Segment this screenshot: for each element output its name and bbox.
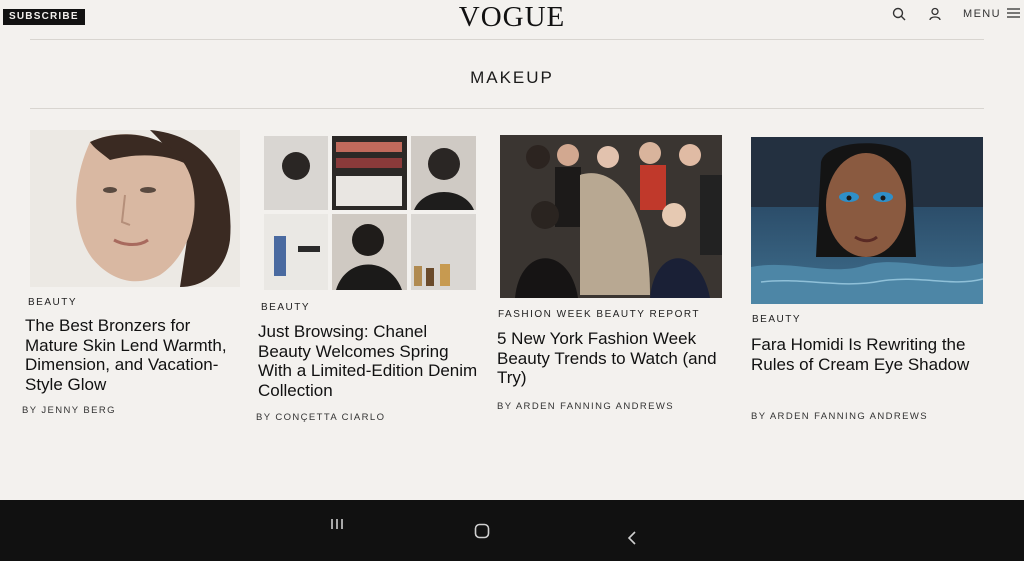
article-kicker[interactable]: BEAUTY (261, 302, 310, 313)
article-byline[interactable]: BY JENNY BERG (22, 405, 116, 416)
article-image[interactable] (751, 137, 983, 304)
article-byline[interactable]: BY ARDEN FANNING ANDREWS (751, 411, 928, 422)
system-navigation-bar (0, 500, 1024, 561)
recent-apps-icon[interactable] (326, 514, 348, 534)
article-byline[interactable]: BY ARDEN FANNING ANDREWS (497, 401, 674, 412)
article-kicker[interactable]: FASHION WEEK BEAUTY REPORT (498, 309, 700, 320)
hamburger-menu-icon (1007, 7, 1020, 21)
article-headline[interactable]: Just Browsing: Chanel Beauty Welcomes Sp… (258, 322, 478, 400)
article-kicker[interactable]: BEAUTY (752, 314, 801, 325)
search-icon[interactable] (891, 6, 907, 22)
header-divider (30, 39, 984, 40)
account-icon[interactable] (927, 6, 943, 22)
back-icon[interactable] (622, 528, 642, 548)
article-headline[interactable]: Fara Homidi Is Rewriting the Rules of Cr… (751, 335, 991, 374)
article-image[interactable] (500, 135, 722, 298)
header-actions: MENU (891, 6, 1020, 22)
section-divider (30, 108, 984, 109)
home-icon[interactable] (471, 520, 493, 542)
vogue-logo[interactable]: VOGUE (0, 2, 1024, 32)
menu-label: MENU (963, 8, 1001, 20)
article-image[interactable] (30, 130, 240, 287)
article-headline[interactable]: The Best Bronzers for Mature Skin Lend W… (25, 316, 240, 394)
browser-viewport: SUBSCRIBE VOGUE MENU MAKEUP BEAUTY The B… (0, 0, 1024, 500)
article-byline[interactable]: BY CONÇETTA CIARLO (256, 412, 385, 423)
menu-button[interactable]: MENU (963, 7, 1020, 21)
article-image[interactable] (264, 136, 476, 290)
article-headline[interactable]: 5 New York Fashion Week Beauty Trends to… (497, 329, 729, 388)
article-kicker[interactable]: BEAUTY (28, 297, 77, 308)
section-title: MAKEUP (470, 68, 554, 87)
